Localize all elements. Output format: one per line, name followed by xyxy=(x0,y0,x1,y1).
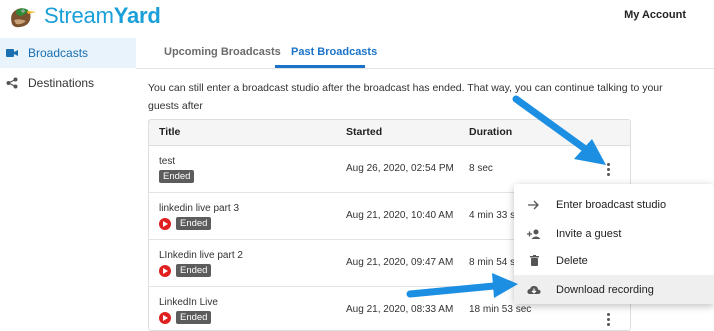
menu-item-label: Download recording xyxy=(556,283,654,296)
menu-item-delete[interactable]: Delete xyxy=(514,246,714,275)
youtube-icon xyxy=(159,264,171,277)
column-header-duration: Duration xyxy=(469,126,513,138)
sidebar-item-broadcasts[interactable]: Broadcasts xyxy=(0,38,136,68)
brand-name-light: Stream xyxy=(44,3,114,28)
annotation-arrow-icon xyxy=(512,95,606,165)
tab-past-broadcasts[interactable]: Past Broadcasts xyxy=(291,46,377,58)
menu-item-invite-guest[interactable]: Invite a guest xyxy=(514,219,714,248)
broadcast-title: LInkedin live part 2 xyxy=(159,250,243,261)
status-line: Ended xyxy=(159,264,212,277)
broadcast-title: LinkedIn Live xyxy=(159,297,218,308)
add-person-icon xyxy=(527,227,541,241)
tab-upcoming-broadcasts[interactable]: Upcoming Broadcasts xyxy=(164,46,281,58)
arrow-right-icon xyxy=(527,198,541,212)
broadcast-title: linkedin live part 3 xyxy=(159,203,240,214)
active-tab-indicator xyxy=(275,65,365,68)
menu-item-download-recording[interactable]: Download recording xyxy=(514,275,714,304)
sidebar: Broadcasts Destinations xyxy=(0,38,136,98)
brand-name: StreamYard xyxy=(44,3,161,29)
my-account-link[interactable]: My Account xyxy=(624,9,686,21)
trash-icon xyxy=(527,254,541,268)
annotation-arrow-icon xyxy=(406,273,518,298)
status-line: Ended xyxy=(159,311,212,324)
menu-item-enter-studio[interactable]: Enter broadcast studio xyxy=(514,190,714,219)
broadcast-tabs: Upcoming Broadcasts Past Broadcasts xyxy=(136,36,714,69)
app-header: StreamYard My Account xyxy=(0,0,714,32)
sidebar-item-destinations[interactable]: Destinations xyxy=(0,68,136,98)
column-header-started: Started xyxy=(346,126,383,138)
brand-name-bold: Yard xyxy=(113,3,161,28)
status-line: Ended xyxy=(159,217,212,230)
duck-logo-icon xyxy=(11,8,36,28)
started-cell: Aug 26, 2020, 02:54 PM xyxy=(346,163,454,174)
sidebar-item-label: Broadcasts xyxy=(28,46,89,60)
duration-cell: 8 sec xyxy=(469,163,493,174)
status-badge: Ended xyxy=(176,264,212,277)
duration-cell: 18 min 53 sec xyxy=(469,304,532,315)
sidebar-item-label: Destinations xyxy=(28,76,95,90)
row-options-menu: Enter broadcast studio Invite a guest De… xyxy=(514,184,714,304)
menu-item-label: Delete xyxy=(556,254,588,267)
status-line: Ended xyxy=(159,170,195,183)
share-icon xyxy=(6,77,18,89)
youtube-icon xyxy=(159,217,171,230)
status-badge: Ended xyxy=(159,170,195,183)
broadcast-title: test xyxy=(159,156,176,167)
started-cell: Aug 21, 2020, 09:47 AM xyxy=(346,257,454,268)
cloud-download-icon xyxy=(527,283,541,297)
menu-item-label: Invite a guest xyxy=(556,227,622,240)
video-camera-icon xyxy=(6,47,18,59)
column-header-title: Title xyxy=(159,126,181,138)
status-badge: Ended xyxy=(176,311,212,324)
streamyard-logo[interactable]: StreamYard xyxy=(6,2,161,30)
menu-item-label: Enter broadcast studio xyxy=(556,198,667,211)
started-cell: Aug 21, 2020, 10:40 AM xyxy=(346,210,454,221)
status-badge: Ended xyxy=(176,217,212,230)
more-options-icon[interactable] xyxy=(601,309,615,329)
started-cell: Aug 21, 2020, 08:33 AM xyxy=(346,304,454,315)
